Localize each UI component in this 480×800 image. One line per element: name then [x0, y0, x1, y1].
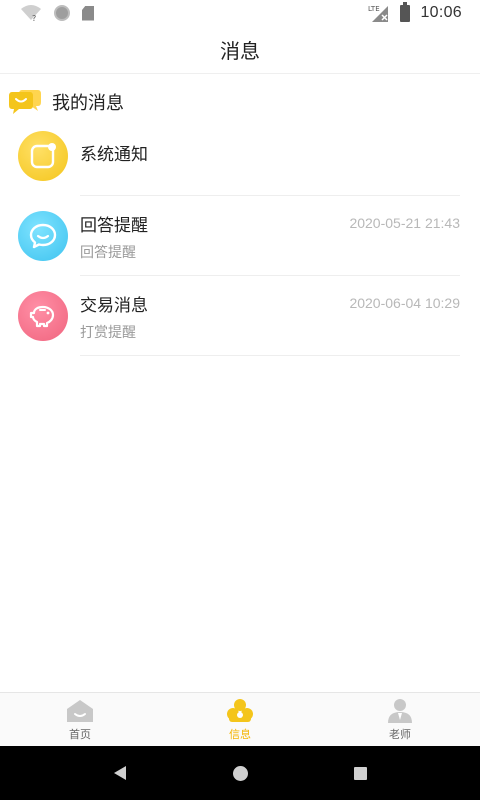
- message-subtitle: 回答提醒: [80, 244, 136, 261]
- message-item-trade[interactable]: 交易消息 2020-06-04 10:29 打赏提醒: [0, 276, 480, 356]
- chat-bubble-icon: [8, 88, 42, 116]
- message-body: 系统通知: [80, 140, 480, 165]
- back-button[interactable]: [100, 753, 140, 793]
- message-subtitle: 打赏提醒: [80, 324, 136, 341]
- message-body: 交易消息 2020-06-04 10:29 打赏提醒: [80, 291, 480, 342]
- status-left: ?: [20, 4, 94, 23]
- nav-item-teacher[interactable]: 老师: [320, 693, 480, 746]
- section-header: 我的消息: [8, 88, 124, 116]
- message-body: 回答提醒 2020-05-21 21:43 回答提醒: [80, 211, 480, 262]
- message-list: 系统通知 回答提醒 2020-05-21 21:43 回答提醒 交易消息 202…: [0, 116, 480, 356]
- message-icon: [225, 698, 255, 724]
- message-top: 回答提醒 2020-05-21 21:43: [80, 211, 460, 236]
- sd-card-icon: [82, 5, 94, 21]
- lte-signal-icon: LTE: [368, 4, 390, 22]
- nav-label: 信息: [229, 727, 251, 741]
- nav-label: 首页: [69, 727, 91, 741]
- home-icon: [65, 698, 95, 724]
- header: 消息: [0, 26, 480, 74]
- home-button[interactable]: [220, 753, 260, 793]
- svg-text:?: ?: [32, 14, 36, 22]
- network-label: LTE: [368, 5, 380, 13]
- back-icon: [114, 766, 126, 780]
- page-title: 消息: [220, 39, 260, 63]
- nav-item-message[interactable]: 信息: [160, 693, 320, 746]
- recents-icon: [353, 766, 367, 780]
- message-item-system-notice[interactable]: 系统通知: [0, 116, 480, 196]
- clock: 10:06: [420, 4, 462, 21]
- message-title: 回答提醒: [80, 215, 148, 236]
- divider: [80, 355, 460, 356]
- piggy-bank-icon: [18, 291, 68, 341]
- bottom-nav: 首页 信息 老师: [0, 692, 480, 746]
- message-title: 交易消息: [80, 295, 148, 316]
- nav-label: 老师: [389, 727, 411, 741]
- recents-button[interactable]: [340, 753, 380, 793]
- status-right: LTE 10:06: [368, 1, 462, 22]
- system-nav-bar: [0, 746, 480, 800]
- wifi-icon: ?: [20, 4, 42, 23]
- nav-item-home[interactable]: 首页: [0, 693, 160, 746]
- message-item-answer-reminder[interactable]: 回答提醒 2020-05-21 21:43 回答提醒: [0, 196, 480, 276]
- chat-icon: [18, 211, 68, 261]
- section-title: 我的消息: [52, 93, 124, 114]
- message-top: 交易消息 2020-06-04 10:29: [80, 291, 460, 316]
- message-top: 系统通知: [80, 140, 460, 165]
- status-bar: ? LTE 10:06: [0, 0, 480, 26]
- notification-icon: [18, 131, 68, 181]
- battery-icon: [400, 1, 411, 22]
- message-title: 系统通知: [80, 144, 148, 165]
- circle-icon: [54, 5, 70, 21]
- teacher-icon: [385, 698, 415, 724]
- home-circle-icon: [232, 765, 248, 781]
- message-time: 2020-06-04 10:29: [349, 295, 460, 311]
- message-time: 2020-05-21 21:43: [349, 215, 460, 231]
